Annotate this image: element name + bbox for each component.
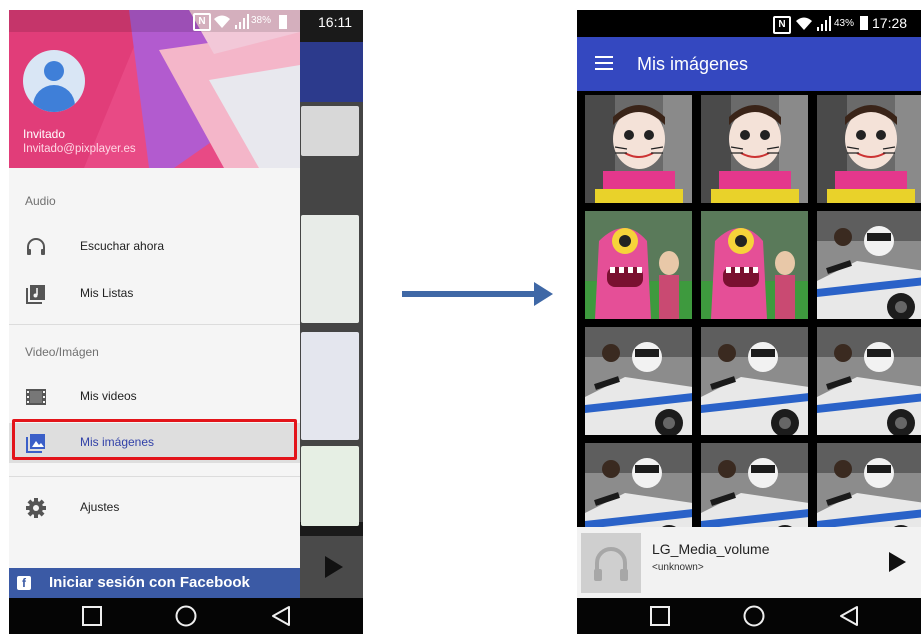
status-bar: N 43% 17:28 [577,10,921,37]
background-card [301,332,359,440]
play-button[interactable] [887,551,907,573]
photo-thumbnail-police-motorcycle[interactable] [585,327,692,435]
home-icon[interactable] [175,605,197,627]
mini-player[interactable]: LG_Media_volume <unknown> [577,527,921,598]
page-title: Mis imágenes [637,54,749,74]
photo-thumbnail-police-motorcycle[interactable] [701,327,808,435]
photo-thumbnail-face-painted-girl[interactable] [701,95,808,203]
wifi-icon [796,17,812,30]
photo-thumbnail-police-motorcycle[interactable] [817,211,921,319]
hamburger-menu-icon[interactable] [595,56,613,70]
user-name: Invitado [23,127,66,141]
battery-percentage: 43% [834,18,855,29]
photo-thumbnail-face-painted-girl[interactable] [817,95,921,203]
menu-item-mis-videos[interactable]: Mis videos [9,377,300,417]
gear-icon [26,498,46,518]
photo-thumbnail-pink-monster-costume[interactable] [701,211,808,319]
back-icon[interactable] [839,605,859,627]
track-artist: <unknown> [652,562,704,573]
track-title: LG_Media_volume [652,541,770,557]
photo-thumbnail-face-painted-girl[interactable] [585,95,692,203]
nfc-icon: N [773,16,791,34]
wifi-icon [214,15,230,28]
playlist-icon [26,285,45,304]
status-bar: N 38% [189,13,300,31]
divider [9,476,300,477]
play-icon [325,556,343,578]
menu-item-mis-listas[interactable]: Mis Listas [9,274,300,314]
navigation-drawer: N 38% Invitado Invitado@pixplayer.es Aud… [9,10,300,598]
divider [9,324,300,325]
menu-label: Mis videos [80,389,137,403]
menu-label: Escuchar ahora [80,239,165,253]
clock: 17:28 [872,15,908,31]
back-icon[interactable] [271,605,291,627]
home-icon[interactable] [743,605,765,627]
nfc-icon: N [193,13,211,31]
recent-apps-icon[interactable] [82,606,102,626]
menu-label: Mis Listas [80,286,134,300]
battery-percentage: 38% [251,15,272,26]
clock: 16:11 [318,14,352,30]
facebook-login-label: Iniciar sesión con Facebook [49,574,250,591]
photo-thumbnail-police-motorcycle[interactable] [817,327,921,435]
headphones-icon [594,547,628,581]
highlight-annotation [12,419,297,460]
background-card [301,446,359,526]
battery-icon [860,16,868,30]
headphones-icon [27,238,45,255]
section-label-video-image: Video/Imágen [25,345,99,359]
avatar[interactable] [23,50,85,112]
user-email: Invitado@pixplayer.es [23,143,136,155]
drawer-header: N 38% Invitado Invitado@pixplayer.es [9,10,300,168]
facebook-login-button[interactable]: f Iniciar sesión con Facebook [9,568,300,598]
menu-item-escuchar-ahora[interactable]: Escuchar ahora [9,227,300,267]
recent-apps-icon[interactable] [650,606,670,626]
battery-icon [279,15,287,29]
photo-thumbnail-pink-monster-costume[interactable] [585,211,692,319]
app-bar: Mis imágenes [577,37,921,91]
system-navigation-bar [577,598,921,634]
signal-icon [235,14,249,29]
right-phone-screen: N 43% 17:28 Mis imágenes LG_Media_volume… [577,10,921,634]
menu-label: Ajustes [80,500,120,514]
section-label-audio: Audio [25,194,56,208]
background-card [301,215,359,323]
signal-icon [817,16,831,31]
menu-item-ajustes[interactable]: Ajustes [9,488,300,528]
photo-grid [577,91,921,551]
film-icon [26,389,46,405]
background-player [299,536,363,598]
transition-arrow [402,282,553,306]
left-phone-screen: N 38% Invitado Invitado@pixplayer.es Aud… [9,10,363,634]
facebook-icon: f [17,576,31,590]
system-navigation-bar [9,598,363,634]
album-art [581,533,641,593]
background-card [301,106,359,156]
background-app-bar [299,42,363,102]
